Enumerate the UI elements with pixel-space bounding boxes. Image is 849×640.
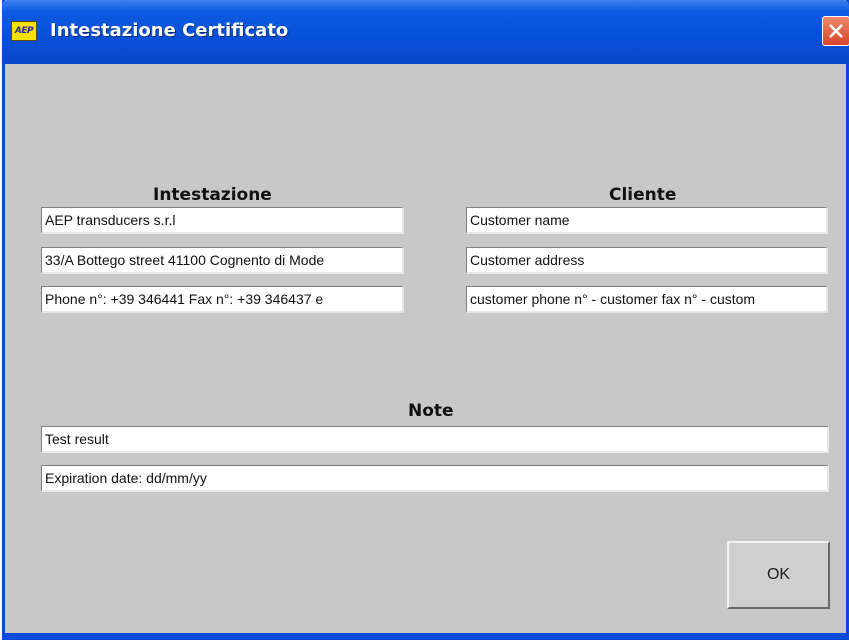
close-button[interactable] — [822, 16, 849, 46]
note-heading: Note — [408, 401, 454, 421]
cliente-contacts-field[interactable]: customer phone n° - customer fax n° - cu… — [466, 286, 828, 313]
title-bar[interactable]: AEP Intestazione Certificato — [2, 0, 849, 64]
window-title: Intestazione Certificato — [50, 20, 289, 41]
ok-button[interactable]: OK — [727, 541, 830, 609]
intestazione-heading: Intestazione — [153, 185, 272, 205]
cliente-address-field[interactable]: Customer address — [466, 247, 828, 274]
intestazione-contacts-field[interactable]: Phone n°: +39 346441 Fax n°: +39 346437 … — [41, 286, 404, 313]
intestazione-address-field[interactable]: 33/A Bottego street 41100 Cognento di Mo… — [41, 247, 404, 274]
note-expiration-field[interactable]: Expiration date: dd/mm/yy — [41, 465, 829, 492]
window-bottom-border — [2, 633, 849, 640]
note-test-result-field[interactable]: Test result — [41, 426, 829, 453]
intestazione-company-field[interactable]: AEP transducers s.r.l — [41, 207, 404, 234]
dialog-window: AEP Intestazione Certificato Intestazion… — [2, 0, 849, 640]
cliente-heading: Cliente — [609, 185, 677, 205]
cliente-name-field[interactable]: Customer name — [466, 207, 828, 234]
aep-logo-icon: AEP — [11, 21, 37, 41]
close-icon — [829, 24, 843, 38]
